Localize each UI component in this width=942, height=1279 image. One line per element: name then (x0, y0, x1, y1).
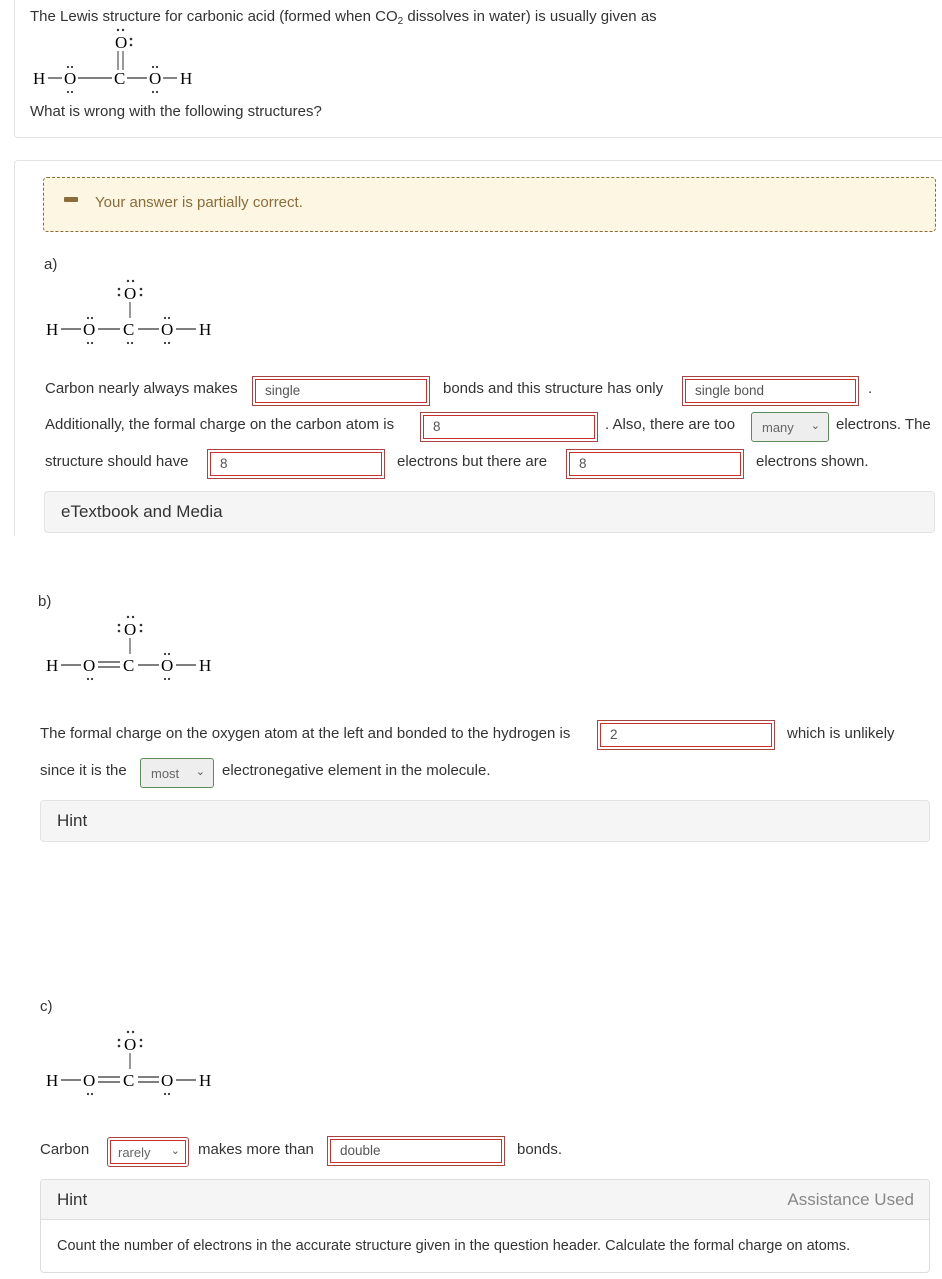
part-b-text-1: The formal charge on the oxygen atom at … (40, 725, 571, 742)
svg-text:O: O (83, 1071, 95, 1090)
chevron-down-icon: ⌄ (195, 766, 205, 778)
part-a-expected-electrons-input[interactable]: 8 (207, 449, 385, 479)
question-prompt: What is wrong with the following structu… (30, 103, 322, 120)
svg-text:O: O (124, 284, 136, 303)
svg-text:O: O (83, 656, 95, 675)
lewis-structure-b: O H O C O H (46, 615, 211, 681)
svg-text:O: O (149, 69, 161, 88)
part-a-electron-amount-select[interactable]: many ⌄ (751, 412, 829, 442)
svg-text:H: H (199, 656, 211, 675)
svg-text:O: O (83, 320, 95, 339)
part-c-text-2: makes more than (198, 1141, 314, 1158)
svg-text:O: O (161, 1071, 173, 1090)
hint-body: Count the number of electrons in the acc… (57, 1238, 851, 1254)
atom-o-top: O (115, 33, 127, 52)
part-a-bond-shown-input[interactable]: single bond (682, 376, 859, 406)
part-c-hint-header[interactable]: Hint Assistance Used (41, 1180, 929, 1220)
part-a-text-8: electrons but there are (397, 453, 548, 470)
svg-text:H: H (46, 656, 58, 675)
part-a-formal-charge-input[interactable]: 8 (420, 412, 598, 442)
hint-title: Hint (57, 1190, 88, 1209)
svg-text:H: H (199, 320, 211, 339)
part-b-hint-button[interactable]: Hint (40, 800, 930, 842)
part-b-text-2: which is unlikely (787, 725, 895, 742)
part-a-text-9: electrons shown. (756, 453, 869, 470)
svg-text:O: O (64, 69, 76, 88)
lewis-structure-reference: O H O C O H (33, 28, 192, 94)
part-b-text-3: since it is the (40, 762, 127, 779)
svg-text:O: O (161, 320, 173, 339)
part-b-formal-charge-input[interactable]: 2 (597, 720, 775, 750)
part-c-text-1: Carbon (40, 1141, 90, 1158)
part-c-frequency-select[interactable]: rarely ⌄ (107, 1137, 189, 1167)
etextbook-media-label: eTextbook and Media (61, 502, 223, 521)
part-c-label: c) (40, 998, 53, 1015)
part-a-text-4: Additionally, the formal charge on the c… (45, 416, 395, 433)
part-b-label: b) (38, 593, 52, 610)
chevron-down-icon: ⌄ (170, 1145, 180, 1157)
part-c-hint-card: Hint Assistance Used Count the number of… (40, 1179, 930, 1273)
feedback-banner: Your answer is partially correct. (43, 177, 936, 232)
svg-text:H: H (199, 1071, 211, 1090)
part-a-shown-electrons-input[interactable]: 8 (566, 449, 744, 479)
chevron-down-icon: ⌄ (810, 420, 820, 432)
svg-text:C: C (114, 69, 125, 88)
svg-text:O: O (161, 656, 173, 675)
svg-text:C: C (123, 320, 134, 339)
question-intro: The Lewis structure for carbonic acid (f… (30, 8, 657, 27)
svg-text:H: H (46, 320, 58, 339)
select-value: rarely (118, 1145, 151, 1160)
part-c-text-3: bonds. (517, 1141, 563, 1158)
feedback-message: Your answer is partially correct. (95, 194, 303, 211)
part-a-text-3: . (868, 380, 873, 397)
svg-text:O: O (124, 1035, 136, 1054)
etextbook-media-button[interactable]: eTextbook and Media (44, 491, 935, 533)
svg-text:O: O (124, 620, 136, 639)
hint-label: Hint (57, 811, 88, 830)
svg-text:C: C (123, 1071, 134, 1090)
assistance-used-label: Assistance Used (787, 1190, 914, 1209)
part-a-text-6: electrons. The (836, 416, 931, 433)
lewis-structure-a: O H O C O H (46, 279, 211, 345)
part-b-electronegativity-select[interactable]: most ⌄ (140, 758, 214, 788)
part-c-bond-type-input[interactable]: double (327, 1136, 505, 1166)
part-a-text-5: . Also, there are too (605, 416, 736, 433)
svg-text:H: H (180, 69, 192, 88)
svg-text:C: C (123, 656, 134, 675)
minus-icon (64, 197, 78, 202)
part-b-text-4: electronegative element in the molecule. (222, 762, 491, 779)
part-a-text-2: bonds and this structure has only (443, 380, 664, 397)
part-a-text-7: structure should have (45, 453, 189, 470)
select-value: many (762, 420, 794, 435)
part-a-text-1: Carbon nearly always makes (45, 380, 238, 397)
select-value: most (151, 766, 180, 781)
part-a-bond-type-input[interactable]: single (252, 376, 430, 406)
part-a-label: a) (44, 256, 58, 273)
svg-text:H: H (46, 1071, 58, 1090)
svg-text:H: H (33, 69, 45, 88)
lewis-structure-c: O H O C O H (46, 1030, 211, 1096)
